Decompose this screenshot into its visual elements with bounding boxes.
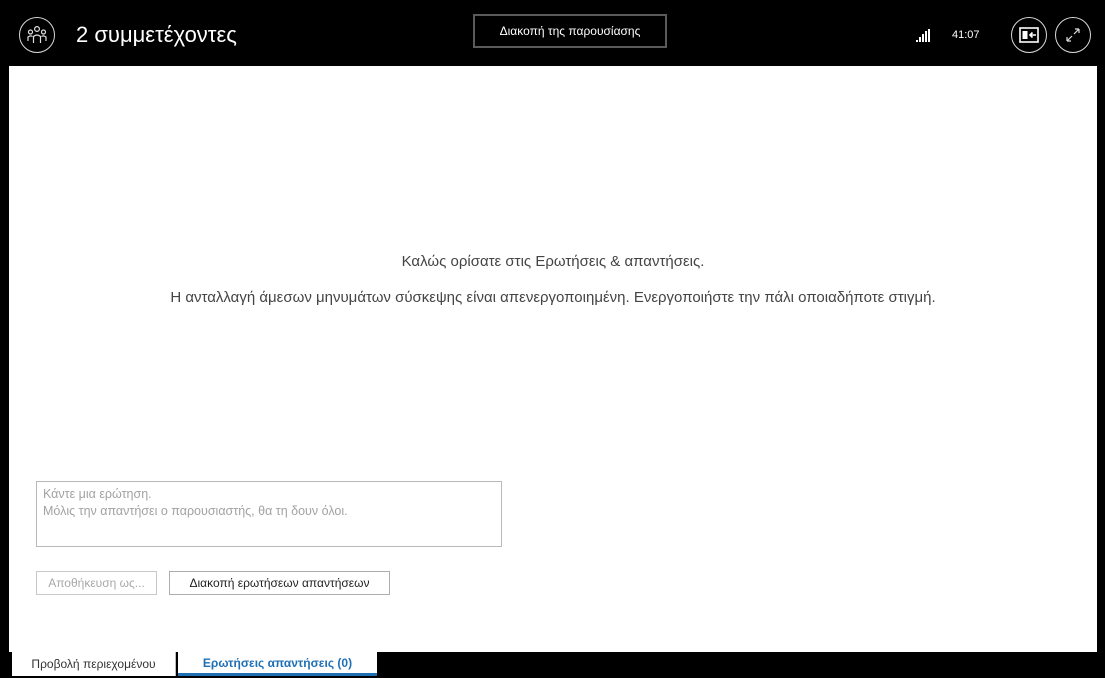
welcome-message: Καλώς ορίσατε στις Ερωτήσεις & απαντήσει…: [401, 253, 705, 270]
fullscreen-icon: [1066, 28, 1080, 42]
top-bar: 2 συμμετέχοντες Διακοπή της παρουσίασης …: [0, 0, 1105, 66]
ask-question-input[interactable]: Κάντε μια ερώτηση. Μόλις την απαντήσει ο…: [36, 481, 502, 547]
bottom-tab-bar: Προβολή περιεχομένου Ερωτήσεις απαντήσει…: [9, 652, 1097, 678]
signal-strength-icon: [916, 29, 930, 42]
meeting-timer: 41:07: [952, 29, 980, 41]
participants-icon: [27, 25, 47, 43]
participants-button[interactable]: [19, 17, 55, 53]
meeting-window: 2 συμμετέχοντες Διακοπή της παρουσίασης …: [0, 0, 1105, 678]
question-placeholder-line2: Μόλις την απαντήσει ο παρουσιαστής, θα τ…: [43, 504, 348, 518]
tab-qa[interactable]: Ερωτήσεις απαντήσεις (0): [178, 652, 377, 676]
save-as-button[interactable]: Αποθήκευση ως...: [36, 571, 157, 595]
stop-qa-button[interactable]: Διακοπή ερωτήσεων απαντήσεων: [169, 571, 390, 595]
participants-count-title[interactable]: 2 συμμετέχοντες: [76, 20, 237, 50]
stop-presenting-button[interactable]: Διακοπή της παρουσίασης: [473, 14, 667, 48]
question-placeholder-line1: Κάντε μια ερώτηση.: [43, 487, 152, 501]
fullscreen-button[interactable]: [1055, 17, 1091, 53]
im-disabled-notice: Η ανταλλαγή άμεσων μηνυμάτων σύσκεψης εί…: [170, 289, 936, 306]
tab-content-view[interactable]: Προβολή περιεχομένου: [12, 652, 176, 676]
layout-toggle-button[interactable]: [1011, 17, 1047, 53]
layout-toggle-icon: [1019, 27, 1039, 43]
qa-panel: Καλώς ορίσατε στις Ερωτήσεις & απαντήσει…: [9, 66, 1097, 652]
